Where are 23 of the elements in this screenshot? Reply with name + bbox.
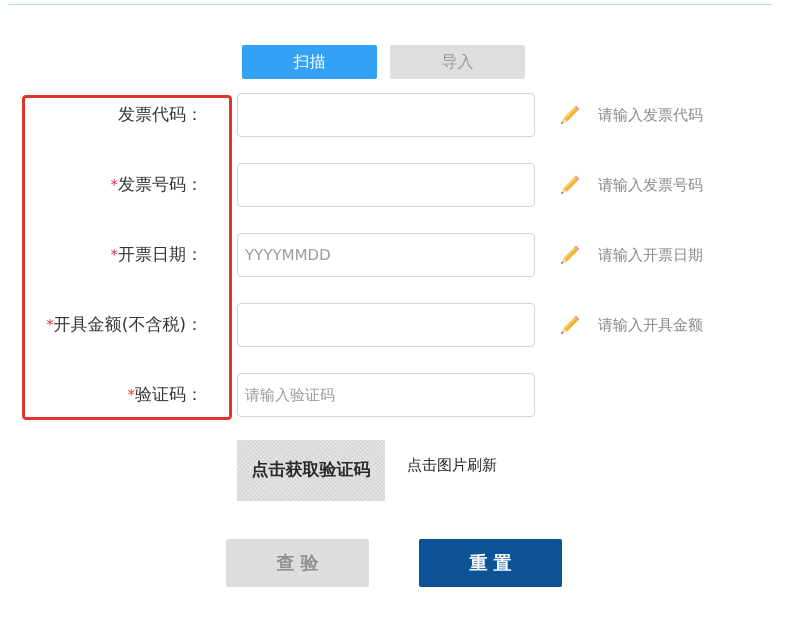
pencil-icon: [560, 245, 580, 265]
pencil-icon: [560, 175, 580, 195]
field-hint: 请输入开票日期: [598, 246, 703, 264]
pencil-icon: [560, 315, 580, 335]
action-button[interactable]: 重置: [419, 539, 562, 587]
input-field[interactable]: [237, 93, 535, 137]
field-hint: 请输入发票号码: [598, 176, 703, 194]
field-label: *验证码：: [126, 384, 204, 407]
mode-tab[interactable]: 导入: [390, 45, 525, 79]
field-hint: 请输入发票代码: [598, 106, 703, 124]
field-label: 发票代码：: [117, 104, 204, 127]
refresh-hint: 点击图片刷新: [407, 456, 497, 475]
input-field[interactable]: YYYYMMDD: [237, 233, 535, 277]
field-label: *开具金额(不含税)：: [45, 314, 204, 337]
mode-tab[interactable]: 扫描: [242, 45, 377, 79]
field-label: *发票号码：: [110, 174, 204, 197]
input-field[interactable]: [237, 163, 535, 207]
field-hint: 请输入开具金额: [598, 316, 703, 334]
input-field[interactable]: 请输入验证码: [237, 373, 535, 417]
captcha-image[interactable]: 点击获取验证码: [237, 440, 385, 501]
pencil-icon: [560, 105, 580, 125]
field-label: *开票日期：: [110, 244, 204, 267]
input-field[interactable]: [237, 303, 535, 347]
